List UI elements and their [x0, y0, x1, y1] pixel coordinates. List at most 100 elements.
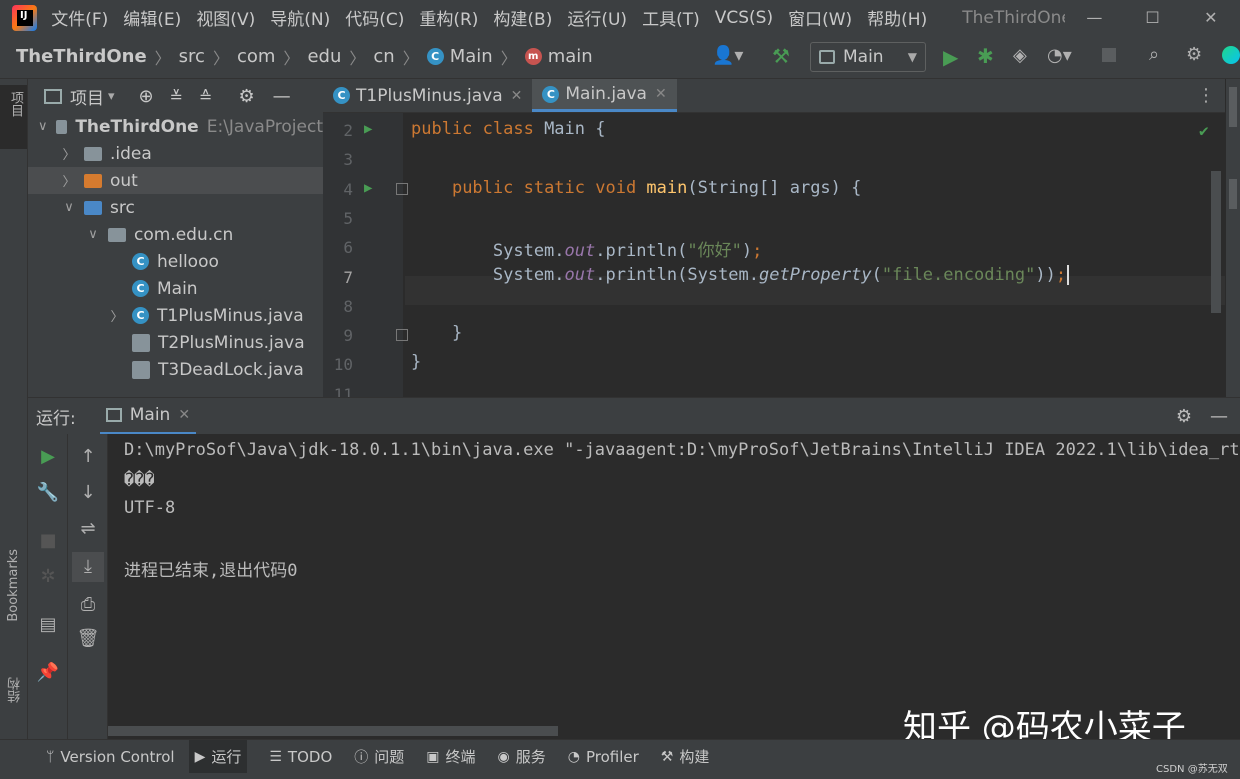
layout-icon[interactable]: ▤ — [28, 614, 68, 635]
tab-t1plusminus[interactable]: C T1PlusMinus.java ✕ — [323, 79, 532, 112]
breadcrumb-project[interactable]: TheThirdOne — [16, 46, 147, 67]
expand-all-icon[interactable]: ≚ — [170, 87, 183, 106]
tool-version-control[interactable]: ᛘ Version Control — [46, 748, 175, 766]
tool-problems[interactable]: ⓘ 问题 — [354, 746, 404, 767]
profile-icon[interactable]: ◔▾ — [1047, 45, 1072, 66]
more-tabs-icon[interactable]: ⋮ — [1197, 79, 1225, 112]
line-number: 5 — [343, 208, 353, 228]
tool-profiler[interactable]: ◔ Profiler — [568, 748, 639, 766]
chevron-down-icon[interactable]: ∨ — [38, 119, 48, 134]
fold-icon[interactable] — [396, 183, 408, 195]
tree-item[interactable]: T3DeadLock.java — [28, 356, 323, 383]
menu-item[interactable]: VCS(S) — [715, 8, 773, 28]
stop-icon[interactable]: ■ — [28, 530, 68, 551]
tree-item[interactable]: ∨ src — [28, 194, 323, 221]
console-hscrollbar[interactable] — [108, 726, 558, 736]
close-icon[interactable]: ✕ — [655, 86, 667, 102]
menu-item[interactable]: 重构(R) — [419, 5, 478, 30]
hide-panel-icon[interactable]: — — [273, 86, 291, 107]
tool-services[interactable]: ◉ 服务 — [498, 746, 546, 767]
bookmarks-tool-button[interactable]: Bookmarks — [6, 549, 21, 622]
run-gutter-icon[interactable]: ▶ — [364, 121, 372, 137]
close-icon[interactable]: ✕ — [178, 407, 190, 423]
chevron-down-icon[interactable]: ▾ — [108, 89, 115, 104]
soft-wrap-icon[interactable]: ⇌ — [68, 518, 108, 539]
trash-icon[interactable]: 🗑 — [68, 628, 108, 649]
gear-icon[interactable]: ⚙ — [238, 86, 254, 107]
coverage-icon[interactable]: ◈ — [1013, 45, 1027, 66]
locate-icon[interactable]: ⊕ — [139, 86, 154, 107]
notifications-tool-button[interactable] — [1229, 179, 1237, 209]
code-editor[interactable]: 2 3 4 5 6 7 8 9 10 11 ▶ ▶ public class Main { pub… — [323, 113, 1225, 397]
tree-item[interactable]: ∨ com.edu.cn — [28, 221, 323, 248]
stop-debug-icon[interactable]: ✲ — [28, 566, 68, 587]
menu-item[interactable]: 视图(V) — [196, 5, 255, 30]
tool-run[interactable]: ▶ 运行 — [188, 740, 248, 773]
tool-build[interactable]: ⚒ 构建 — [661, 746, 710, 767]
print-icon[interactable]: ⎙ — [68, 594, 108, 615]
rerun-icon[interactable]: ▶ — [28, 446, 68, 467]
menu-item[interactable]: 文件(F) — [51, 5, 108, 30]
arrow-down-icon[interactable]: ↓ — [68, 482, 108, 503]
menu-item[interactable]: 构建(B) — [493, 5, 552, 30]
project-panel-title[interactable]: 项目 — [70, 84, 104, 109]
close-icon[interactable]: ✕ — [1182, 8, 1240, 27]
project-tool-button[interactable]: 项目 — [0, 85, 27, 149]
tree-item[interactable]: T2PlusMinus.java — [28, 329, 323, 356]
build-hammer-icon[interactable]: ⚒ — [772, 44, 790, 68]
tree-item[interactable]: ∨ TheThirdOne E:\JavaProject — [28, 113, 323, 140]
breadcrumb-cn[interactable]: cn — [373, 46, 394, 67]
chevron-down-icon[interactable]: ∨ — [86, 227, 100, 242]
menu-item[interactable]: 导航(N) — [270, 5, 330, 30]
maximize-icon[interactable]: ☐ — [1123, 8, 1181, 27]
close-icon[interactable]: ✕ — [511, 88, 523, 104]
gear-icon[interactable]: ⚙ — [1186, 44, 1202, 65]
breadcrumb-com[interactable]: com — [237, 46, 275, 67]
debug-icon[interactable]: ✱ — [977, 44, 994, 68]
run-config-select[interactable]: Main ▼ — [810, 42, 926, 72]
arrow-up-icon[interactable]: ↑ — [68, 446, 108, 467]
tree-item[interactable]: C Main — [28, 275, 323, 302]
structure-tool-button[interactable]: 结构 — [6, 677, 25, 703]
class-icon: C — [132, 280, 149, 297]
tool-todo[interactable]: ☰ TODO — [269, 748, 332, 766]
menu-item[interactable]: 帮助(H) — [867, 5, 927, 30]
chevron-down-icon[interactable]: ∨ — [62, 200, 76, 215]
wrench-icon[interactable]: 🔧 — [28, 482, 68, 503]
toolbox-icon[interactable] — [1222, 46, 1240, 64]
pin-icon[interactable]: 📌 — [28, 662, 68, 683]
menu-item[interactable]: 工具(T) — [642, 5, 700, 30]
tree-item[interactable]: 〉 out — [28, 167, 323, 194]
minimize-icon[interactable]: — — [1065, 8, 1123, 27]
gear-icon[interactable]: ⚙ — [1176, 406, 1192, 427]
fold-icon[interactable] — [396, 329, 408, 341]
search-icon[interactable]: ⌕ — [1149, 44, 1159, 65]
run-gutter-icon[interactable]: ▶ — [364, 180, 372, 196]
chevron-right-icon[interactable]: 〉 — [110, 306, 124, 325]
breadcrumb-src[interactable]: src — [179, 46, 205, 67]
scroll-to-end-icon[interactable]: ⤓ — [72, 552, 104, 582]
database-tool-button[interactable] — [1229, 87, 1237, 127]
user-icon[interactable]: 👤▾ — [712, 45, 743, 66]
run-tab-main[interactable]: Main ✕ — [99, 398, 197, 435]
menu-item[interactable]: 窗口(W) — [788, 5, 852, 30]
collapse-all-icon[interactable]: ≙ — [199, 87, 212, 106]
run-icon[interactable]: ▶ — [943, 45, 958, 69]
menu-item[interactable]: 运行(U) — [567, 5, 627, 30]
tree-item[interactable]: Chellooo — [28, 248, 323, 275]
chevron-right-icon[interactable]: 〉 — [62, 171, 76, 190]
tab-main[interactable]: C Main.java ✕ — [532, 79, 677, 112]
tool-terminal[interactable]: ▣ 终端 — [426, 746, 475, 767]
chevron-right-icon[interactable]: 〉 — [62, 144, 76, 163]
menu-item[interactable]: 代码(C) — [345, 5, 404, 30]
tree-item[interactable]: 〉 C T1PlusMinus.java — [28, 302, 323, 329]
breadcrumb-main-class[interactable]: C Main — [426, 46, 493, 67]
breadcrumb-main-method[interactable]: m main — [524, 46, 593, 67]
breadcrumb-edu[interactable]: edu — [307, 46, 341, 67]
editor-scrollbar[interactable] — [1211, 171, 1221, 313]
menu-item[interactable]: 编辑(E) — [123, 5, 181, 30]
hide-panel-icon[interactable]: — — [1210, 406, 1228, 427]
console-output[interactable]: D:\myProSof\Java\jdk-18.0.1.1\bin\java.e… — [108, 434, 1240, 739]
stop-icon[interactable] — [1102, 48, 1116, 62]
tree-item[interactable]: 〉 .idea — [28, 140, 323, 167]
